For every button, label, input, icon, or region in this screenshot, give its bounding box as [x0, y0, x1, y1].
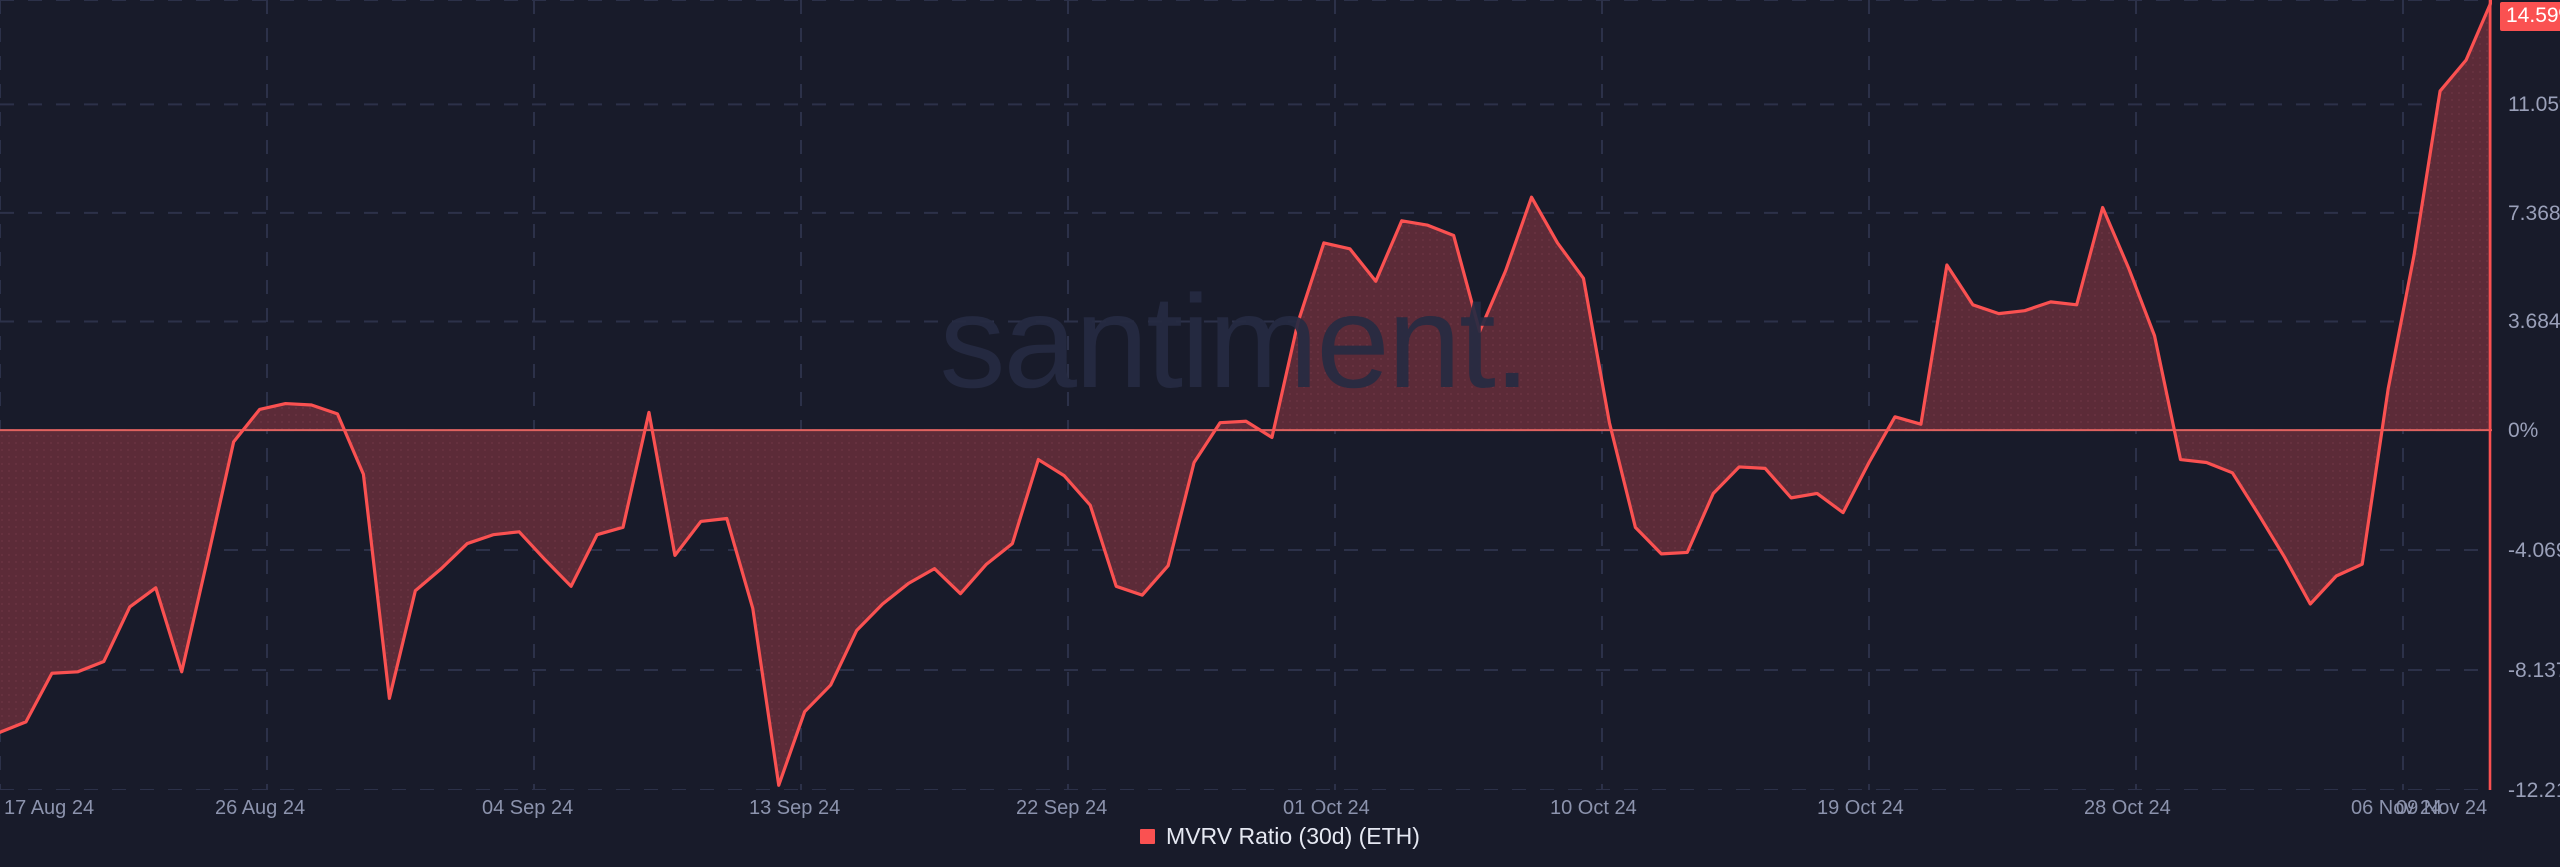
chart-svg — [0, 0, 2492, 790]
y-tick-label: 0% — [2508, 419, 2539, 443]
x-tick-label: 09 Nov 24 — [2396, 797, 2488, 819]
y-tick-label: -12.21% — [2508, 779, 2560, 802]
series-area-fill — [0, 0, 2492, 786]
x-tick-label: 13 Sep 24 — [749, 797, 841, 819]
x-tick-label: 19 Oct 24 — [1817, 797, 1904, 819]
last-value-badge: 14.59% — [2500, 2, 2560, 32]
y-tick-label: 7.368% — [2508, 201, 2560, 225]
y-tick-label: 11.05% — [2508, 93, 2560, 117]
mvrv-ratio-chart: santiment. 14.59% 11.05% 7.368% 3.684% 0% -4.… — [0, 0, 2560, 867]
y-tick-label: 3.684% — [2508, 310, 2560, 334]
legend-color-swatch — [1140, 829, 1156, 844]
x-tick-label: 01 Oct 24 — [1283, 797, 1370, 819]
x-tick-label: 04 Sep 24 — [482, 797, 574, 819]
y-tick-label: -4.069% — [2508, 539, 2560, 563]
y-tick-label: -8.137% — [2508, 658, 2560, 682]
x-tick-label: 26 Aug 24 — [215, 797, 306, 819]
legend-label: MVRV Ratio (30d) (ETH) — [1166, 823, 1420, 849]
x-tick-label: 22 Sep 24 — [1016, 797, 1108, 819]
plot-area[interactable]: santiment. — [0, 0, 2492, 790]
x-tick-label: 28 Oct 24 — [2084, 797, 2171, 819]
x-tick-label: 10 Oct 24 — [1550, 797, 1637, 819]
chart-legend[interactable]: MVRV Ratio (30d) (ETH) — [0, 825, 2560, 848]
x-tick-label: 17 Aug 24 — [4, 797, 95, 819]
